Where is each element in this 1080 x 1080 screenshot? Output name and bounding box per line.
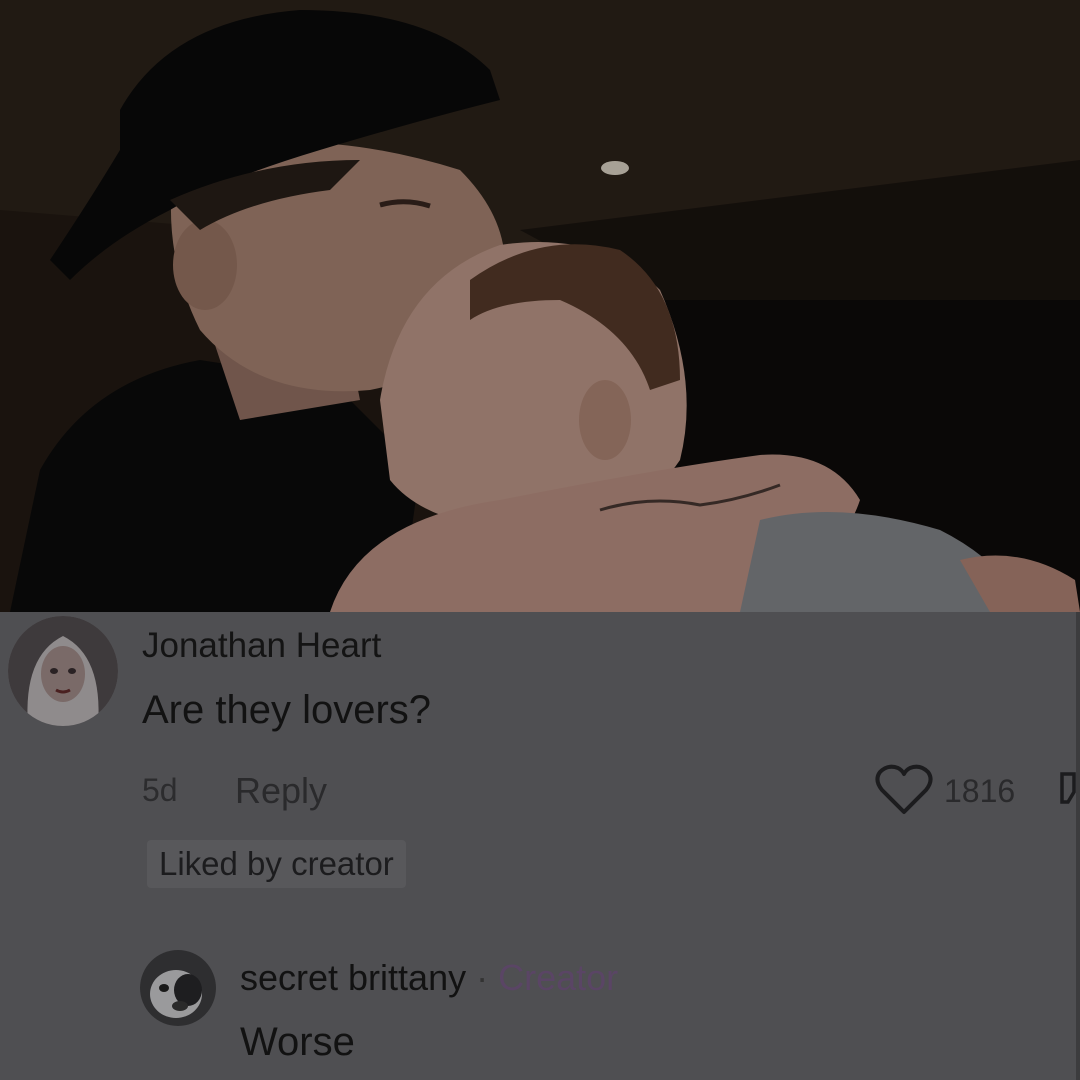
like-count: 1816 [944,773,1016,809]
comment-timestamp: 5d [142,772,178,808]
creator-username-line[interactable]: secret brittany · Creator [240,957,618,999]
creator-badge: Creator [498,957,619,998]
commenter-username[interactable]: Jonathan Heart [142,626,381,666]
video-frame-photo [0,0,1080,612]
creator-username[interactable]: secret brittany [240,957,466,998]
heart-icon[interactable] [874,762,934,818]
comment-text: Are they lovers? [142,688,432,732]
separator-dot: · [476,957,489,998]
reply-button[interactable]: Reply [235,770,327,812]
commenter-avatar[interactable] [8,616,118,726]
reply-text: Worse [240,1020,355,1064]
dislike-icon[interactable] [1058,768,1080,808]
creator-avatar[interactable] [140,950,216,1026]
liked-by-creator-badge: Liked by creator [147,840,406,888]
panel-edge [1076,612,1080,1080]
